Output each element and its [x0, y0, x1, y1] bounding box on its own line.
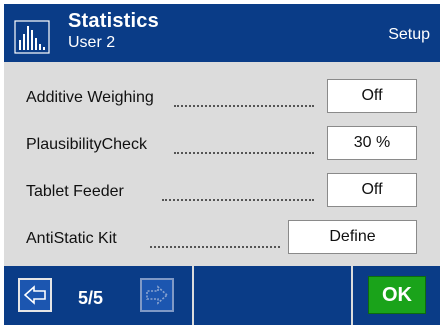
additive-weighing-value-button[interactable]: Off: [327, 79, 417, 113]
leader-dots: [150, 246, 280, 248]
setting-label: Tablet Feeder: [26, 183, 124, 200]
arrow-right-icon: [146, 285, 168, 305]
next-page-button[interactable]: [140, 278, 174, 312]
leader-dots: [174, 105, 314, 107]
mode-label: Setup: [388, 26, 430, 43]
arrow-left-icon: [24, 285, 46, 305]
setting-row-additive-weighing[interactable]: Additive Weighing Off: [4, 79, 440, 115]
antistatic-kit-define-button[interactable]: Define: [288, 220, 417, 254]
footer-divider: [192, 266, 194, 325]
previous-page-button[interactable]: [18, 278, 52, 312]
setting-row-tablet-feeder[interactable]: Tablet Feeder Off: [4, 173, 440, 209]
footer-divider: [351, 266, 353, 325]
terminal-screen: Statistics User 2 Setup Additive Weighin…: [4, 4, 440, 325]
setting-label: PlausibilityCheck: [26, 136, 147, 153]
setting-row-plausibility-check[interactable]: PlausibilityCheck 30 %: [4, 126, 440, 162]
setting-label: AntiStatic Kit: [26, 230, 117, 247]
settings-list: Additive Weighing Off PlausibilityCheck …: [4, 62, 440, 266]
footer-bar: 5/5 OK: [4, 266, 440, 325]
leader-dots: [162, 199, 314, 201]
page-title: Statistics: [68, 10, 159, 32]
statistics-histogram-icon: [14, 20, 50, 54]
plausibility-check-value-button[interactable]: 30 %: [327, 126, 417, 160]
header-bar: Statistics User 2 Setup: [4, 4, 440, 62]
tablet-feeder-value-button[interactable]: Off: [327, 173, 417, 207]
ok-button[interactable]: OK: [368, 276, 426, 314]
page-indicator: 5/5: [78, 288, 104, 308]
setting-label: Additive Weighing: [26, 89, 154, 106]
setting-row-antistatic-kit[interactable]: AntiStatic Kit Define: [4, 220, 440, 256]
user-label: User 2: [68, 34, 116, 51]
leader-dots: [174, 152, 314, 154]
